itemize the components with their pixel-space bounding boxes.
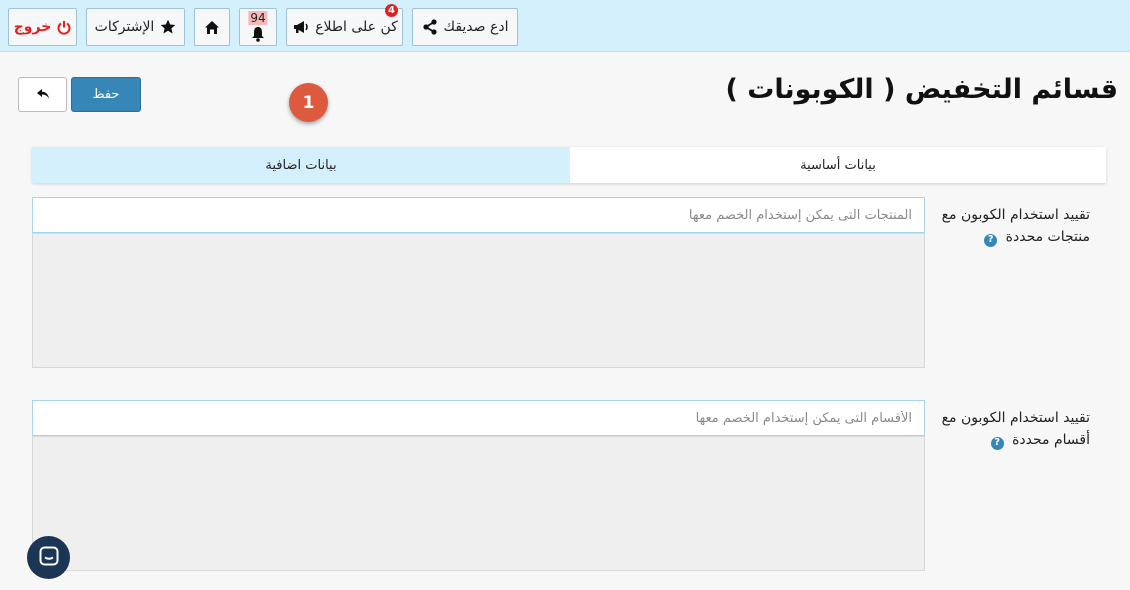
megaphone-icon [291,19,309,35]
categories-selection-box[interactable] [32,436,925,571]
categories-restriction-label: تقييد استخدام الكوبون مع أقسام محددة ? [912,407,1090,451]
categories-search-input[interactable] [32,400,925,436]
top-bar: ادع صديقك كن على اطلاع 4 94 الإشتركات خر… [0,0,1130,52]
notifications-count: 94 [248,11,268,25]
power-icon [57,20,71,35]
back-button[interactable] [18,77,67,112]
tab-bar: بيانات اضافية بيانات أساسية [32,147,1106,183]
logout-label: خروج [13,19,52,35]
chat-icon [39,546,59,570]
question-icon[interactable]: ? [984,233,998,247]
invite-friend-button[interactable]: ادع صديقك [412,8,518,46]
products-restriction-label: تقييد استخدام الكوبون مع منتجات محددة ? [912,204,1090,248]
stay-informed-label: كن على اطلاع [315,19,398,35]
subscriptions-button[interactable]: الإشتركات [86,8,185,46]
products-restriction-text: تقييد استخدام الكوبون مع منتجات محددة [941,207,1090,245]
save-button[interactable]: حفظ [71,77,141,112]
home-icon [204,20,220,35]
tab-extra-data[interactable]: بيانات اضافية [32,147,570,183]
reply-arrow-icon [36,85,50,104]
categories-restriction-text: تقييد استخدام الكوبون مع أقسام محددة [941,410,1090,448]
stay-informed-badge: 4 [385,4,398,17]
page-title: قسائم التخفيض ( الكوبونات ) [725,74,1118,105]
logout-button[interactable]: خروج [8,8,77,46]
products-selection-box[interactable] [32,233,925,368]
home-button[interactable] [194,8,230,46]
stay-informed-button[interactable]: كن على اطلاع 4 [286,4,403,46]
star-icon [160,19,176,35]
question-icon[interactable]: ? [990,436,1004,450]
share-icon [422,19,438,35]
subscriptions-label: الإشتركات [94,19,155,35]
products-search-input[interactable] [32,197,925,233]
tab-basic-data[interactable]: بيانات أساسية [570,147,1106,183]
chat-launcher-button[interactable] [27,536,70,579]
invite-friend-label: ادع صديقك [443,19,509,35]
bell-icon [250,26,266,42]
notifications-button[interactable]: 94 [239,8,277,46]
step-marker: 1 [289,83,328,122]
